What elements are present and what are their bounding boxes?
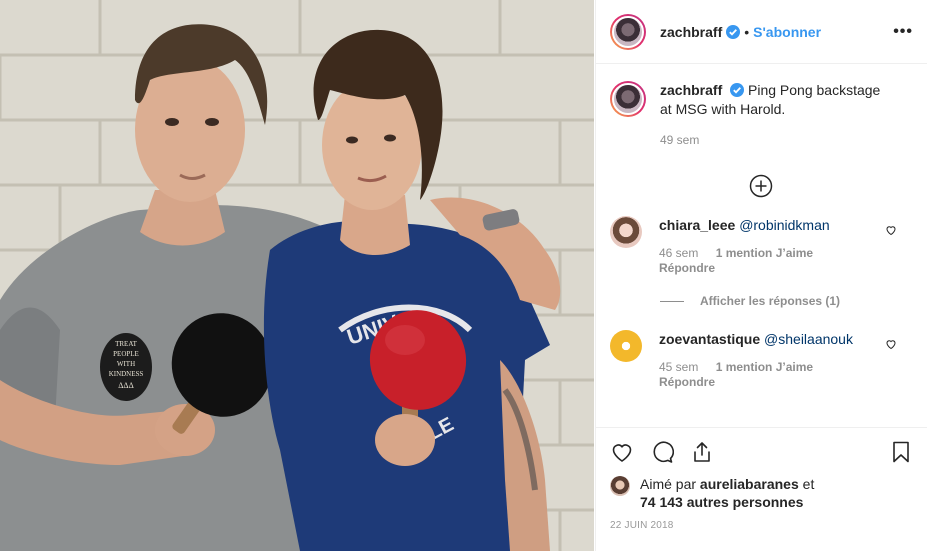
caption-text: zachbraff Ping Pong backstage at MSG wit… [660,81,895,150]
comment-time[interactable]: 46 sem [659,246,698,260]
svg-text:PEOPLE: PEOPLE [113,350,139,358]
verified-icon [726,24,741,39]
kindness-badge: TREAT PEOPLE WITH KINDNESS ΔΔΔ [100,333,152,401]
verified-icon [730,83,745,97]
add-comment-icon[interactable] [749,174,773,198]
comment-item: chiara_leee @robinidkman 46 sem 1 mentio… [610,216,911,276]
caption: zachbraff Ping Pong backstage at MSG wit… [610,81,911,150]
caption-username[interactable]: zachbraff [660,82,722,98]
comment-item: zoevantastique @sheilaanouk 45 sem 1 men… [610,330,911,390]
view-replies-button[interactable]: Afficher les réponses (1) [660,294,911,308]
more-icon[interactable]: ••• [893,23,913,41]
comment-meta: 45 sem 1 mention J’aime Répondre [659,360,879,390]
heart-icon[interactable] [610,440,634,464]
post-photo[interactable]: TREAT PEOPLE WITH KINDNESS ΔΔΔ UNIV VILL… [0,0,594,551]
follow-button[interactable]: S'abonner [753,24,821,40]
svg-text:KINDNESS: KINDNESS [109,370,144,378]
left-face [135,58,245,202]
comment-mention[interactable]: @sheilaanouk [764,331,853,347]
comment-likes[interactable]: 1 mention J’aime [716,246,813,260]
share-icon[interactable] [690,440,714,464]
comments-section: zachbraff Ping Pong backstage at MSG wit… [596,65,927,427]
reply-button[interactable]: Répondre [659,261,715,275]
svg-text:ΔΔΔ: ΔΔΔ [118,381,133,390]
liker-avatar[interactable] [610,476,630,496]
comment-mention[interactable]: @robinidkman [739,217,829,233]
post-date[interactable]: 22 JUIN 2018 [610,520,674,531]
likes-count[interactable]: 74 143 autres personnes [640,494,803,510]
comment-meta: 46 sem 1 mention J’aime Répondre [659,246,879,276]
likes-summary: Aimé par aureliabaranes et 74 143 autres… [610,475,910,511]
svg-text:WITH: WITH [117,360,135,368]
author-avatar[interactable] [610,13,646,50]
likes-prefix: Aimé par [640,476,700,492]
comment-icon[interactable] [650,440,674,464]
action-bar [596,427,927,463]
reply-button[interactable]: Répondre [659,375,715,389]
view-replies-label: Afficher les réponses (1) [700,294,841,308]
separator-dot: • [744,23,750,40]
post-panel: zachbraff • S'abonner ••• zachbraff Ping… [595,0,927,551]
svg-text:TREAT: TREAT [115,340,138,348]
caption-avatar[interactable] [610,81,646,117]
bookmark-icon[interactable] [889,440,913,464]
caption-time[interactable]: 49 sem [660,131,895,150]
right-face [322,80,422,210]
post-header: zachbraff • S'abonner ••• [596,0,927,64]
comment-username[interactable]: chiara_leee [659,217,735,233]
heart-icon[interactable] [885,338,897,350]
comment-avatar[interactable] [610,330,642,362]
heart-icon[interactable] [885,224,897,236]
author-username[interactable]: zachbraff [660,24,722,40]
likes-mid: et [798,476,815,492]
comment-likes[interactable]: 1 mention J’aime [716,360,813,374]
photo-illustration: TREAT PEOPLE WITH KINDNESS ΔΔΔ UNIV VILL… [0,0,594,551]
comment-username[interactable]: zoevantastique [659,331,760,347]
comment-avatar[interactable] [610,216,642,248]
liker-username[interactable]: aureliabaranes [700,476,799,492]
comment-time[interactable]: 45 sem [659,360,698,374]
